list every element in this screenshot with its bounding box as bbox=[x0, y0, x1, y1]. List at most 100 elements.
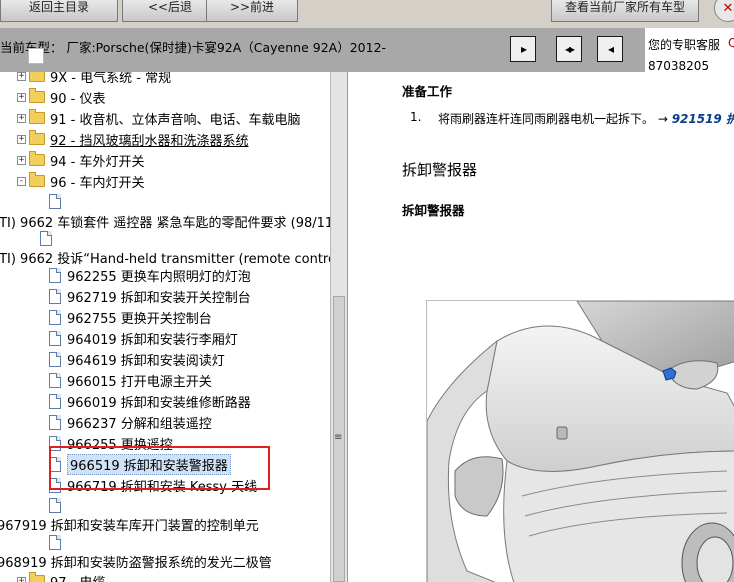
step-number: 1. bbox=[410, 110, 422, 124]
document-icon bbox=[49, 534, 61, 550]
step-reference-link[interactable]: 921519 拆卸 bbox=[672, 112, 734, 126]
tree-node-label: 90 - 仪表 bbox=[50, 91, 106, 107]
back-to-index-button[interactable]: 返回主目录 bbox=[0, 0, 118, 22]
tree-node-label: 91 - 收音机、立体声音响、电话、车载电脑 bbox=[50, 112, 301, 128]
document-icon bbox=[49, 435, 61, 451]
document-icon bbox=[49, 414, 61, 430]
tree-node-label: 964619 拆卸和安装阅读灯 bbox=[67, 353, 225, 369]
tree-doc-empty[interactable] bbox=[49, 532, 67, 552]
tree-node-968919[interactable]: 968919 拆卸和安装防盗警报系统的发光二极管 bbox=[0, 551, 272, 571]
tree-node-label: 966237 分解和组装遥控 bbox=[67, 416, 212, 432]
tree-doc-962719[interactable]: 962719 拆卸和安装开关控制台 bbox=[49, 286, 251, 306]
tree-doc-empty[interactable] bbox=[40, 228, 58, 248]
next-button[interactable]: >>前进 bbox=[206, 0, 298, 22]
customer-service-panel: 您的专职客服 Q 87038205 bbox=[645, 28, 734, 74]
close-icon[interactable]: ✕ bbox=[714, 0, 734, 22]
view-all-models-button[interactable]: 查看当前厂家所有车型 bbox=[551, 0, 699, 22]
nav-right-arrow-icon: ▸ bbox=[520, 42, 527, 56]
tree-doc-966237[interactable]: 966237 分解和组装遥控 bbox=[49, 412, 212, 432]
previous-label: <<后退 bbox=[147, 0, 193, 14]
previous-button[interactable]: <<后退 bbox=[122, 0, 218, 22]
document-icon bbox=[49, 372, 61, 388]
expand-icon[interactable]: + bbox=[17, 92, 26, 102]
vehicle-info-bar: 当前车型： 厂家:Porsche(保时捷)卡宴92A（Cayenne 92A）2… bbox=[0, 28, 645, 72]
expand-icon[interactable]: + bbox=[17, 134, 26, 144]
tree-doc-966255[interactable]: 966255 更换遥控 bbox=[49, 433, 173, 453]
top-toolbar: 返回主目录 <<后退 >>前进 查看当前厂家所有车型 ✕ bbox=[0, 0, 734, 28]
tree-doc-962755[interactable]: 962755 更换开关控制台 bbox=[49, 307, 212, 327]
document-content: 准备工作 1. 将雨刷器连杆连同雨刷器电机一起拆下。 → 921519 拆卸 拆… bbox=[348, 72, 734, 582]
tree-node-ti-9662-b[interactable]: (TI) 9662 投诉“Hand-held transmitter (remo… bbox=[0, 247, 330, 267]
document-icon bbox=[49, 456, 61, 472]
document-icon bbox=[49, 309, 61, 325]
tree-node-96[interactable]: - 96 - 车内灯开关 bbox=[17, 171, 145, 191]
splitter-grip-icon[interactable]: ≡ bbox=[334, 433, 342, 443]
expand-icon[interactable]: + bbox=[17, 113, 26, 123]
document-icon bbox=[40, 230, 52, 246]
document-icon bbox=[49, 267, 61, 283]
folder-icon bbox=[29, 72, 45, 82]
document-icon bbox=[49, 497, 61, 513]
tree-doc-966519[interactable]: 966519 拆卸和安装警报器 bbox=[49, 453, 231, 475]
expand-icon[interactable]: + bbox=[17, 72, 26, 81]
tree-node-label: 92 - 挡风玻璃刮水器和洗涤器系统 bbox=[50, 133, 249, 149]
tree-doc-964619[interactable]: 964619 拆卸和安装阅读灯 bbox=[49, 349, 225, 369]
subsection-title: 拆卸警报器 bbox=[402, 203, 465, 218]
tree-doc-966019[interactable]: 966019 拆卸和安装维修断路器 bbox=[49, 391, 251, 411]
tree-node-967919[interactable]: 967919 拆卸和安装车库开门装置的控制单元 bbox=[0, 514, 259, 534]
document-icon bbox=[49, 393, 61, 409]
tree-node-label: 967919 拆卸和安装车库开门装置的控制单元 bbox=[0, 518, 259, 534]
tree-doc-964019[interactable]: 964019 拆卸和安装行李厢灯 bbox=[49, 328, 238, 348]
car-front-illustration-icon bbox=[426, 300, 734, 582]
folder-icon bbox=[29, 572, 45, 582]
service-extra[interactable]: Q bbox=[728, 36, 734, 50]
tree-node-label-selected: 966519 拆卸和安装警报器 bbox=[67, 453, 231, 475]
expand-icon[interactable]: + bbox=[17, 576, 26, 582]
car-illustration bbox=[426, 300, 734, 582]
current-vehicle-text: 当前车型： 厂家:Porsche(保时捷)卡宴92A（Cayenne 92A）2… bbox=[0, 40, 387, 55]
expand-icon[interactable]: + bbox=[17, 155, 26, 165]
vehicle-checkbox[interactable] bbox=[28, 48, 44, 64]
tree-node-label: 964019 拆卸和安装行李厢灯 bbox=[67, 332, 238, 348]
tree-node-92[interactable]: + 92 - 挡风玻璃刮水器和洗涤器系统 bbox=[17, 129, 249, 149]
tree-node-label: 962755 更换开关控制台 bbox=[67, 311, 212, 327]
tree-node-label: 96 - 车内灯开关 bbox=[50, 175, 145, 191]
tree-doc-empty[interactable] bbox=[49, 191, 67, 211]
next-label: >>前进 bbox=[229, 0, 275, 14]
folder-icon bbox=[29, 109, 45, 124]
document-icon bbox=[49, 330, 61, 346]
service-label: 您的专职客服 bbox=[648, 38, 721, 52]
back-to-index-label: 返回主目录 bbox=[28, 0, 89, 14]
tree-doc-962255[interactable]: 962255 更换车内照明灯的灯泡 bbox=[49, 265, 251, 285]
tree-scrollbar[interactable]: ≡ bbox=[330, 72, 348, 582]
tree-node-label: 966019 拆卸和安装维修断路器 bbox=[67, 395, 251, 411]
tree-node-label: 966015 打开电源主开关 bbox=[67, 374, 212, 390]
tree-node-label: 968919 拆卸和安装防盗警报系统的发光二极管 bbox=[0, 555, 272, 571]
nav-first-button[interactable]: ▸ bbox=[510, 36, 536, 62]
tree-node-94[interactable]: + 94 - 车外灯开关 bbox=[17, 150, 145, 170]
step-text: 将雨刷器连杆连同雨刷器电机一起拆下。 → 921519 拆卸 bbox=[438, 110, 734, 127]
document-icon bbox=[49, 288, 61, 304]
nav-both-button[interactable]: ◂▸ bbox=[556, 36, 582, 62]
collapse-icon[interactable]: - bbox=[17, 176, 26, 186]
tree-node-label: 966255 更换遥控 bbox=[67, 437, 173, 453]
tree-node-label: 97 - 电缆 bbox=[50, 572, 106, 582]
nav-both-arrows-icon: ◂▸ bbox=[564, 42, 575, 56]
tree-doc-empty[interactable] bbox=[49, 495, 67, 515]
tree-node-label: 94 - 车外灯开关 bbox=[50, 154, 145, 170]
tree-node-90[interactable]: + 90 - 仪表 bbox=[17, 87, 106, 107]
tree-node-9x[interactable]: + 9X - 电气系统 - 常规 bbox=[17, 72, 171, 86]
tree-node-91[interactable]: + 91 - 收音机、立体声音响、电话、车载电脑 bbox=[17, 108, 301, 128]
tree-node-label: 962255 更换车内照明灯的灯泡 bbox=[67, 269, 251, 285]
document-icon bbox=[49, 351, 61, 367]
tree-node-97[interactable]: + 97 - 电缆 bbox=[17, 571, 106, 582]
tree-node-label: 9X - 电气系统 - 常规 bbox=[50, 72, 172, 86]
document-icon bbox=[49, 193, 61, 209]
section-title: 拆卸警报器 bbox=[402, 161, 478, 179]
nav-last-button[interactable]: ◂ bbox=[597, 36, 623, 62]
nav-left-arrow-icon: ◂ bbox=[607, 42, 614, 56]
tree-doc-966719[interactable]: 966719 拆卸和安装 Kessy 天线 bbox=[49, 475, 257, 495]
tree-doc-966015[interactable]: 966015 打开电源主开关 bbox=[49, 370, 212, 390]
service-phone: 87038205 bbox=[648, 59, 710, 73]
folder-icon bbox=[29, 88, 45, 103]
